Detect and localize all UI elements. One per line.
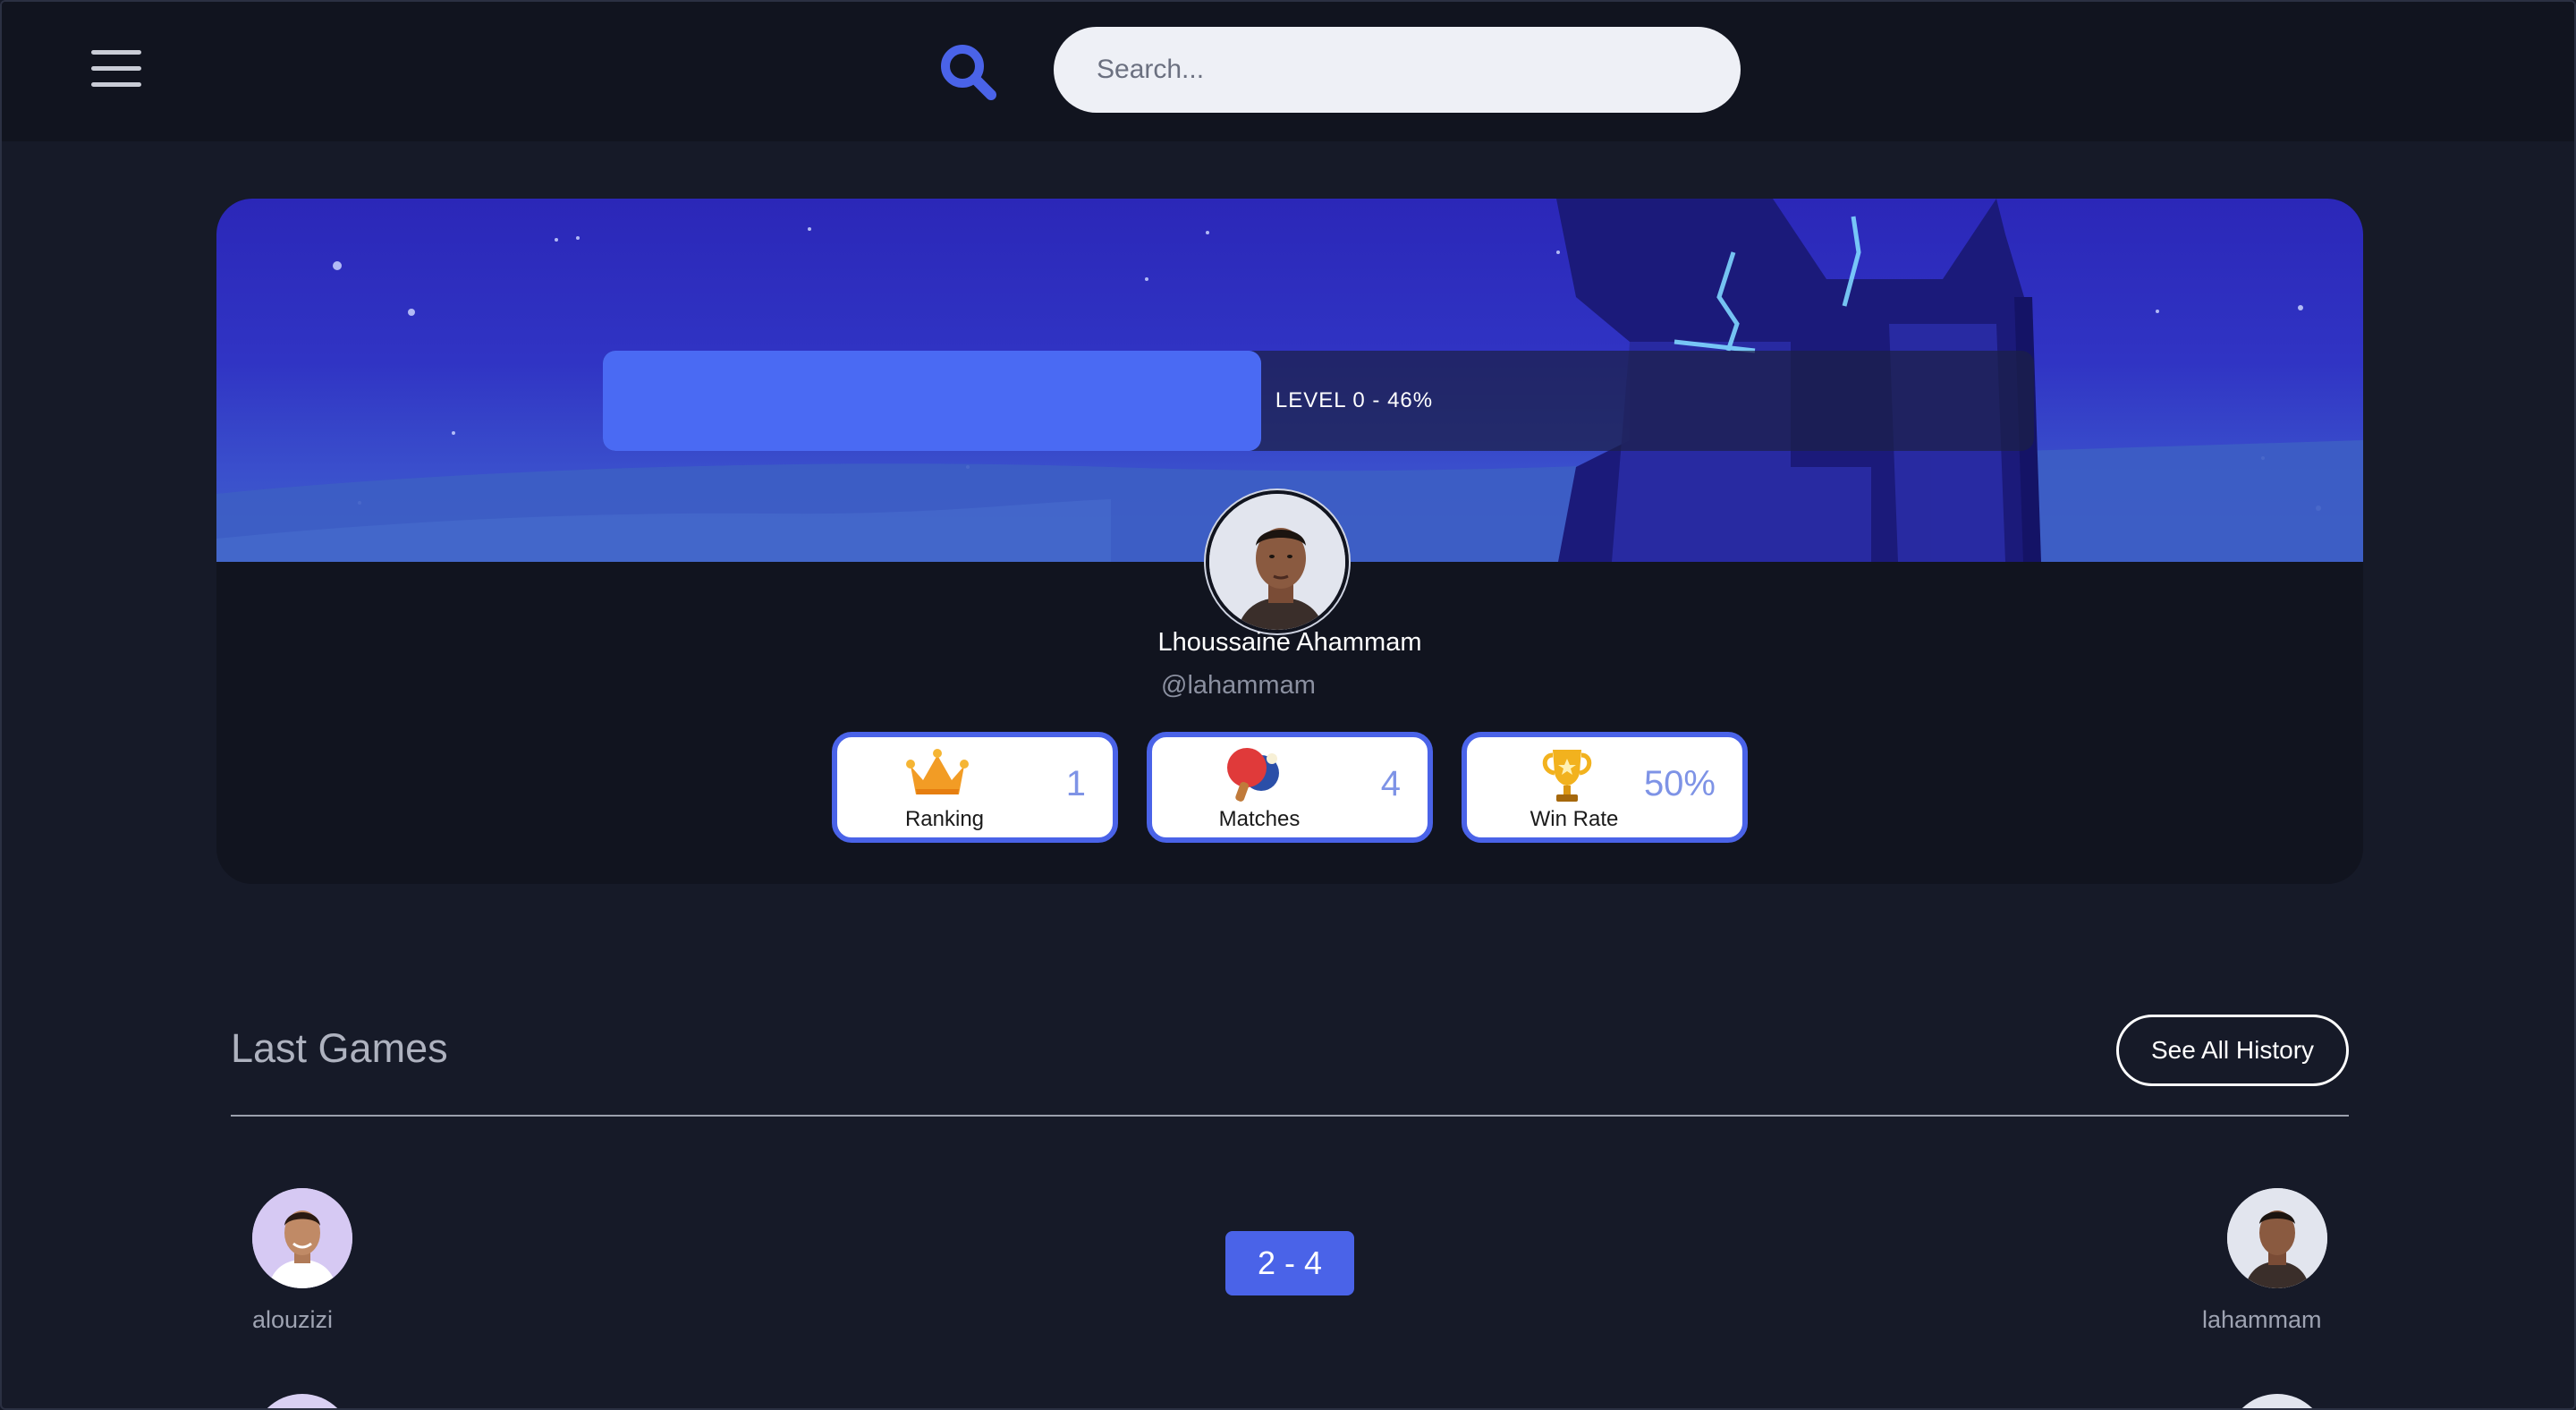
user-full-name: Lhoussaine Ahammam — [1157, 628, 1422, 657]
ping-pong-paddle-icon — [1227, 748, 1279, 802]
stat-label: Matches — [1218, 807, 1301, 831]
stat-card-ranking: Ranking 1 — [832, 732, 1118, 843]
profile-avatar-photo — [1209, 494, 1345, 630]
search-icon[interactable] — [936, 39, 1000, 104]
user-handle: @lahammam — [1161, 671, 1316, 700]
stat-value: 1 — [1065, 764, 1086, 803]
stat-card-win-rate: Win Rate 50% — [1462, 732, 1748, 843]
player-right-avatar[interactable] — [2227, 1188, 2327, 1288]
player-left-avatar[interactable] — [252, 1188, 352, 1288]
next-game-right-avatar[interactable] — [2227, 1394, 2327, 1408]
level-progress-bar: LEVEL 0 - 46% — [603, 351, 2034, 451]
section-divider — [231, 1115, 2349, 1117]
player-left-name[interactable]: alouzizi — [252, 1306, 333, 1334]
last-games-title: Last Games — [231, 1025, 448, 1071]
profile-avatar[interactable] — [1206, 490, 1349, 633]
game-score: 2 - 4 — [1225, 1231, 1354, 1295]
stat-label: Ranking — [904, 807, 985, 831]
stat-value: 4 — [1380, 764, 1401, 803]
app-window: LEVEL 0 - 46% Lhoussaine Ahammam @lahamm… — [0, 0, 2576, 1410]
top-bar — [2, 2, 2574, 141]
level-label: LEVEL 0 - 46% — [1275, 388, 1434, 412]
stat-value: 50% — [1643, 764, 1716, 803]
player-left-photo — [252, 1188, 352, 1288]
see-all-history-button[interactable]: See All History — [2116, 1015, 2349, 1086]
game-row[interactable]: alouzizi 2 - 4 lahammam — [2, 1183, 2574, 1362]
player-right-photo — [2227, 1188, 2327, 1288]
menu-icon[interactable] — [91, 50, 141, 88]
crown-icon — [906, 749, 969, 794]
search-input[interactable] — [1054, 27, 1741, 113]
trophy-icon — [1542, 750, 1592, 802]
player-right-name[interactable]: lahammam — [2202, 1306, 2322, 1334]
next-game-left-avatar[interactable] — [252, 1394, 352, 1408]
stat-label: Win Rate — [1530, 807, 1619, 831]
stat-card-matches: Matches 4 — [1147, 732, 1433, 843]
